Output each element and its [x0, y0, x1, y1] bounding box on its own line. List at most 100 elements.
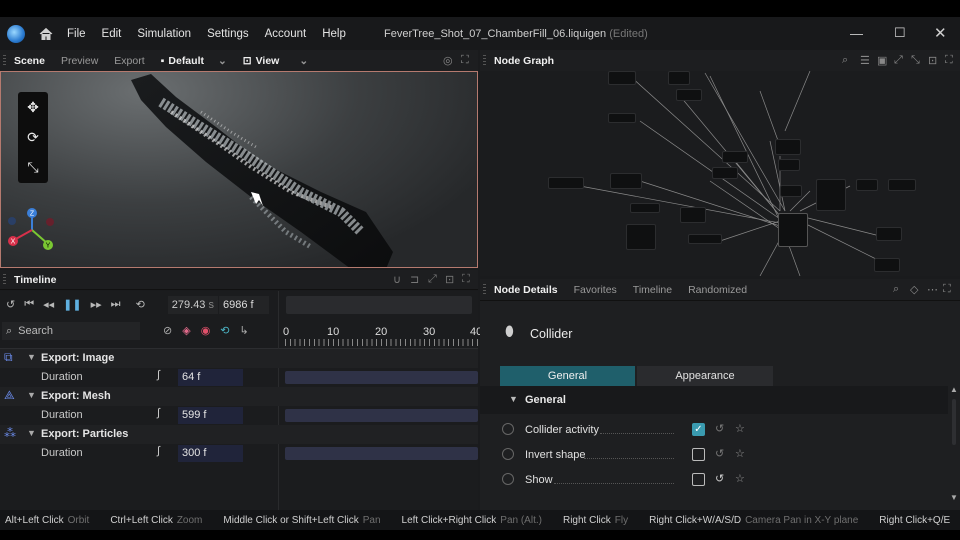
- graph-node[interactable]: [610, 173, 642, 189]
- expand-icon[interactable]: ⤢: [894, 54, 903, 67]
- step-back-icon[interactable]: ◂◂: [43, 298, 54, 311]
- graph-node[interactable]: [780, 185, 802, 197]
- graph-node[interactable]: [712, 167, 738, 179]
- minimize-icon[interactable]: —: [850, 26, 863, 41]
- subtab-general[interactable]: General: [500, 366, 635, 386]
- graph-node[interactable]: [676, 89, 702, 101]
- menu-edit[interactable]: Edit: [94, 28, 130, 40]
- reset-icon[interactable]: ↺: [6, 298, 15, 311]
- track-row[interactable]: Duration ∫ 64 f: [0, 368, 478, 387]
- frame-field[interactable]: 6986 f: [219, 296, 269, 314]
- track-value-field[interactable]: 64 f: [178, 369, 243, 386]
- cursor-icon[interactable]: ↳: [240, 324, 249, 337]
- graph-node[interactable]: [668, 71, 690, 85]
- favorite-dot-icon[interactable]: [502, 473, 514, 485]
- graph-node[interactable]: [778, 159, 800, 171]
- tab-node-details[interactable]: Node Details: [486, 284, 566, 296]
- step-forward-icon[interactable]: ▸▸: [91, 298, 102, 311]
- frame-icon[interactable]: ⊡: [445, 273, 454, 286]
- tab-timeline[interactable]: Timeline: [625, 284, 680, 296]
- view-menu[interactable]: ⊡ View ⌄: [235, 55, 316, 67]
- time-field[interactable]: 279.43 s: [168, 296, 218, 314]
- graph-node[interactable]: [608, 71, 636, 85]
- search-icon[interactable]: ⌕: [893, 283, 899, 296]
- star-icon[interactable]: ☆: [735, 472, 745, 485]
- fullscreen-icon[interactable]: ⛶: [462, 273, 470, 286]
- timeline-ruler[interactable]: 0 10 20 30 40: [280, 322, 482, 348]
- reset-icon[interactable]: ↺: [715, 447, 724, 460]
- node-graph-canvas[interactable]: [480, 71, 960, 276]
- track-row[interactable]: Duration ∫ 599 f: [0, 406, 478, 425]
- curve-icon[interactable]: ∫: [157, 445, 160, 457]
- graph-node[interactable]: [680, 207, 706, 223]
- menu-settings[interactable]: Settings: [199, 28, 257, 40]
- track-group-header[interactable]: ⧉ ▼ Export: Image: [0, 349, 478, 368]
- graph-node[interactable]: [876, 227, 902, 241]
- checkbox[interactable]: [692, 448, 705, 461]
- track-bar[interactable]: [285, 447, 478, 460]
- expand-icon[interactable]: ⤢: [428, 273, 437, 286]
- search-input[interactable]: ⌕ Search: [2, 322, 140, 340]
- collapse-arrow-icon[interactable]: ▼: [27, 390, 36, 400]
- graph-node[interactable]: [548, 177, 584, 189]
- collapse-icon[interactable]: ⤡: [911, 54, 920, 67]
- checkbox[interactable]: [692, 473, 705, 486]
- section-header[interactable]: ▼ General: [480, 386, 948, 414]
- track-group-header[interactable]: ⟁ ▼ Export: Mesh: [0, 387, 478, 406]
- tab-scene[interactable]: Scene: [6, 55, 53, 67]
- menu-account[interactable]: Account: [257, 28, 315, 40]
- close-icon[interactable]: ✕: [934, 24, 947, 42]
- menu-simulation[interactable]: Simulation: [129, 28, 199, 40]
- favorite-dot-icon[interactable]: [502, 448, 514, 460]
- skip-start-icon[interactable]: ⏮: [24, 298, 34, 311]
- scrollbar-thumb[interactable]: [952, 399, 956, 445]
- scroll-down-icon[interactable]: ▼: [950, 493, 958, 502]
- pause-icon[interactable]: ❚❚: [63, 298, 81, 311]
- curve-filter-icon[interactable]: ⊘: [163, 324, 172, 337]
- menu-file[interactable]: File: [59, 28, 94, 40]
- star-icon[interactable]: ☆: [735, 422, 745, 435]
- maximize-icon[interactable]: ☐: [894, 25, 906, 41]
- collapse-arrow-icon[interactable]: ▼: [27, 352, 36, 362]
- loop-icon[interactable]: ⟲: [136, 298, 145, 311]
- keyframe-icon[interactable]: ◇: [910, 283, 918, 296]
- reset-icon[interactable]: ↺: [715, 472, 724, 485]
- graph-node[interactable]: [816, 179, 846, 211]
- graph-node[interactable]: [775, 139, 801, 155]
- collapse-arrow-icon[interactable]: ▼: [27, 428, 36, 438]
- link-icon[interactable]: ⟲: [220, 324, 229, 337]
- graph-node[interactable]: [630, 203, 660, 213]
- more-icon[interactable]: ⋯: [927, 283, 938, 296]
- graph-node-selected[interactable]: [778, 213, 808, 247]
- fit-icon[interactable]: ⊐: [410, 273, 419, 286]
- favorite-dot-icon[interactable]: [502, 423, 514, 435]
- list-icon[interactable]: ☰: [860, 54, 870, 67]
- curve-icon[interactable]: ∫: [157, 369, 160, 381]
- magnet-icon[interactable]: ∪: [393, 273, 401, 286]
- axis-gizmo[interactable]: Z Y X: [4, 204, 60, 256]
- tab-preview[interactable]: Preview: [53, 55, 106, 67]
- camera-preset-select[interactable]: ▪ Default ⌄: [153, 55, 235, 67]
- scene-viewport[interactable]: [0, 71, 478, 268]
- rotate-tool-icon[interactable]: ⟳: [18, 122, 48, 152]
- track-row[interactable]: Duration ∫ 300 f: [0, 444, 478, 463]
- menu-help[interactable]: Help: [314, 28, 354, 40]
- screenshot-icon[interactable]: ◎: [443, 54, 453, 67]
- graph-node[interactable]: [722, 151, 748, 163]
- home-icon[interactable]: [39, 27, 53, 41]
- graph-node[interactable]: [688, 234, 722, 244]
- graph-node[interactable]: [856, 179, 878, 191]
- reset-icon[interactable]: ↺: [715, 422, 724, 435]
- fullscreen-icon[interactable]: ⛶: [943, 283, 951, 296]
- track-bar[interactable]: [285, 371, 478, 384]
- frame-icon[interactable]: ⊡: [928, 54, 937, 67]
- track-bar[interactable]: [285, 409, 478, 422]
- search-icon[interactable]: ⌕: [842, 54, 848, 67]
- track-group-header[interactable]: ⁂ ▼ Export: Particles: [0, 425, 478, 444]
- subtab-appearance[interactable]: Appearance: [637, 366, 773, 386]
- star-icon[interactable]: ☆: [735, 447, 745, 460]
- record-icon[interactable]: ◉: [201, 324, 211, 337]
- tab-favorites[interactable]: Favorites: [566, 284, 625, 296]
- track-value-field[interactable]: 599 f: [178, 407, 243, 424]
- layout-icon[interactable]: ▣: [877, 54, 887, 67]
